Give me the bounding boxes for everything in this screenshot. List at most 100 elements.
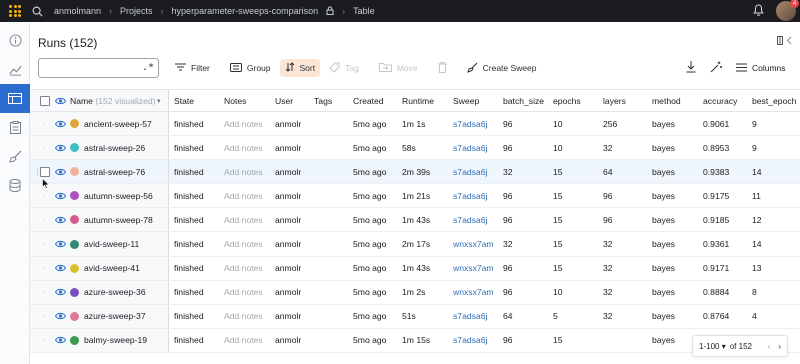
split-icon[interactable]	[777, 36, 783, 47]
eye-icon[interactable]	[55, 90, 66, 111]
sort-button[interactable]: Sort	[279, 59, 321, 77]
cell-sweep[interactable]: wnxsx7am	[453, 281, 494, 304]
row-expand-dot[interactable]: ·	[43, 329, 45, 352]
eye-icon[interactable]	[55, 232, 66, 255]
table-row[interactable]: · avid-sweep-41 finished Add notes anmolr 5mo…	[30, 256, 800, 281]
run-color-swatch[interactable]	[70, 136, 79, 159]
column-header-runtime[interactable]: Runtime	[402, 90, 434, 111]
cell-notes[interactable]: Add notes	[224, 208, 263, 231]
column-header-sweep[interactable]: Sweep	[453, 90, 479, 111]
run-name[interactable]: autumn-sweep-56	[84, 184, 153, 207]
run-name[interactable]: avid-sweep-11	[84, 232, 139, 255]
chevron-down-icon[interactable]: ▾	[157, 90, 161, 111]
cell-sweep[interactable]: wnxsx7am	[453, 257, 494, 280]
download-icon[interactable]	[686, 61, 696, 75]
run-name[interactable]: astral-sweep-26	[84, 136, 145, 159]
next-page-icon[interactable]: ›	[778, 342, 781, 351]
column-header-tags[interactable]: Tags	[314, 90, 332, 111]
bell-icon[interactable]	[753, 4, 764, 18]
run-color-swatch[interactable]	[70, 257, 79, 280]
table-row[interactable]: · astral-sweep-26 finished Add notes anmolr 5…	[30, 136, 800, 161]
table-row[interactable]: · balmy-sweep-19 finished Add notes anmolr 5m…	[30, 328, 800, 353]
search-text-field[interactable]	[43, 61, 133, 75]
column-header-user[interactable]: User	[275, 90, 293, 111]
cell-sweep[interactable]: s7adsa6j	[453, 305, 487, 328]
columns-button[interactable]: Columns	[736, 63, 786, 74]
prev-page-icon[interactable]: ‹	[768, 342, 771, 351]
cell-sweep[interactable]: s7adsa6j	[453, 208, 487, 231]
breadcrumb-project[interactable]: hyperparameter-sweeps-comparison	[172, 6, 319, 16]
cell-notes[interactable]: Add notes	[224, 305, 263, 328]
cell-sweep[interactable]: s7adsa6j	[453, 329, 487, 352]
cell-notes[interactable]: Add notes	[224, 160, 263, 183]
report-icon[interactable]	[0, 113, 30, 142]
run-name[interactable]: autumn-sweep-78	[84, 208, 153, 231]
table-row[interactable]: · ancient-sweep-57 finished Add notes anmolr…	[30, 112, 800, 137]
table-row[interactable]: ⋮ astral-sweep-76 finished Add notes anmolr 5…	[30, 160, 800, 185]
group-button[interactable]: Group	[225, 59, 276, 77]
row-expand-dot[interactable]: ·	[43, 257, 45, 280]
cell-sweep[interactable]: s7adsa6j	[453, 184, 487, 207]
table-icon[interactable]	[0, 84, 30, 113]
column-header-epochs[interactable]: epochs	[553, 90, 581, 111]
run-color-swatch[interactable]	[70, 208, 79, 231]
wandb-logo[interactable]	[0, 0, 30, 22]
name-column-header[interactable]: Name (152 visualized)	[70, 90, 156, 111]
cell-notes[interactable]: Add notes	[224, 184, 263, 207]
cell-notes[interactable]: Add notes	[224, 232, 263, 255]
chevron-left-icon[interactable]	[786, 36, 792, 47]
chart-icon[interactable]	[0, 55, 30, 84]
cell-notes[interactable]: Add notes	[224, 257, 263, 280]
column-header-notes[interactable]: Notes	[224, 90, 246, 111]
sweep-icon[interactable]	[0, 142, 30, 171]
eye-icon[interactable]	[55, 305, 66, 328]
run-name[interactable]: ancient-sweep-57	[84, 112, 152, 135]
eye-icon[interactable]	[55, 281, 66, 304]
row-expand-dot[interactable]: ·	[43, 208, 45, 231]
run-color-swatch[interactable]	[70, 160, 79, 183]
cell-notes[interactable]: Add notes	[224, 281, 263, 304]
select-all-checkbox[interactable]	[40, 90, 50, 111]
run-name[interactable]: avid-sweep-41	[84, 257, 140, 280]
create-sweep-button[interactable]: Create Sweep	[462, 59, 542, 77]
run-name[interactable]: azure-sweep-37	[84, 305, 146, 328]
eye-icon[interactable]	[55, 160, 66, 183]
column-header-method[interactable]: method	[652, 90, 681, 111]
run-color-swatch[interactable]	[70, 112, 79, 135]
eye-icon[interactable]	[55, 136, 66, 159]
run-name[interactable]: astral-sweep-76	[84, 160, 145, 183]
run-name[interactable]: balmy-sweep-19	[84, 329, 147, 352]
row-expand-dot[interactable]: ·	[43, 112, 45, 135]
artifacts-icon[interactable]	[0, 171, 30, 200]
regex-toggle[interactable]: .*	[142, 62, 154, 73]
table-row[interactable]: · azure-sweep-37 finished Add notes anmolr 5m…	[30, 304, 800, 329]
breadcrumb-user[interactable]: anmolmann	[54, 6, 101, 16]
search-input[interactable]: .*	[38, 58, 159, 78]
eye-icon[interactable]	[55, 329, 66, 352]
breadcrumb-table[interactable]: Table	[353, 6, 375, 16]
cell-sweep[interactable]: s7adsa6j	[453, 112, 487, 135]
column-header-created[interactable]: Created	[353, 90, 384, 111]
run-color-swatch[interactable]	[70, 281, 79, 304]
tag-button[interactable]: Tag	[324, 59, 364, 77]
move-button[interactable]: Move	[374, 59, 423, 77]
cell-sweep[interactable]: s7adsa6j	[453, 160, 487, 183]
row-expand-dot[interactable]: ·	[43, 281, 45, 304]
eye-icon[interactable]	[55, 184, 66, 207]
table-row[interactable]: · autumn-sweep-78 finished Add notes anmolr 5…	[30, 208, 800, 233]
run-color-swatch[interactable]	[70, 329, 79, 352]
eye-icon[interactable]	[55, 257, 66, 280]
filter-button[interactable]: Filter	[170, 59, 215, 77]
delete-button[interactable]	[433, 59, 452, 77]
column-header-state[interactable]: State	[174, 90, 194, 111]
run-name[interactable]: azure-sweep-36	[84, 281, 146, 304]
run-color-swatch[interactable]	[70, 305, 79, 328]
column-header-best-epoch[interactable]: best_epoch	[752, 90, 796, 111]
column-header-layers[interactable]: layers	[603, 90, 626, 111]
breadcrumb-projects[interactable]: Projects	[120, 6, 153, 16]
table-row[interactable]: · autumn-sweep-56 finished Add notes anmolr 5…	[30, 184, 800, 209]
panel-collapse-control[interactable]	[777, 36, 792, 47]
cell-notes[interactable]: Add notes	[224, 112, 263, 135]
run-color-swatch[interactable]	[70, 184, 79, 207]
page-range-select[interactable]: 1-100 ▾	[699, 342, 726, 351]
